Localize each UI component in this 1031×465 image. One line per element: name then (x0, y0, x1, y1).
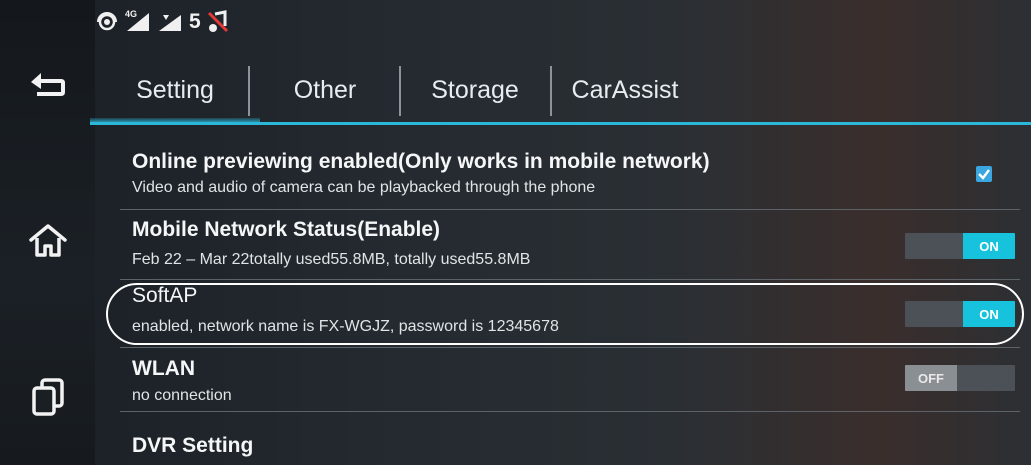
list-item-dvr-setting[interactable]: DVR Setting (110, 412, 1021, 465)
tab-divider (248, 66, 250, 116)
signal-count: 5 (189, 10, 201, 33)
row-subtitle: no connection (132, 387, 232, 404)
hotspot-icon (95, 10, 119, 34)
row-subtitle: Video and audio of camera can be playbac… (132, 179, 596, 196)
network-type-label: 4G (125, 9, 138, 19)
list-item-softap[interactable]: SoftAP enabled, network name is FX-WGJZ,… (110, 280, 1021, 346)
nav-rail (0, 0, 95, 465)
check-icon (978, 169, 990, 180)
row-title: Mobile Network Status(Enable) (132, 218, 441, 241)
back-button[interactable] (18, 58, 78, 112)
tab-carassist[interactable]: CarAssist (560, 62, 690, 118)
recent-apps-icon (30, 377, 66, 417)
status-bar: 4G 5 (95, 0, 1031, 44)
tab-divider (399, 66, 401, 116)
mobile-network-toggle[interactable]: ON (905, 233, 1015, 259)
tab-divider (550, 66, 552, 116)
4g-signal-icon: 4G (125, 9, 151, 33)
list-item-wlan[interactable]: WLAN no connection OFF (110, 348, 1021, 410)
back-icon (27, 70, 69, 100)
row-title: WLAN (132, 357, 195, 380)
home-button[interactable] (18, 214, 78, 268)
recent-apps-button[interactable] (18, 370, 78, 424)
tab-storage[interactable]: Storage (415, 62, 535, 118)
list-item-mobile-network[interactable]: Mobile Network Status(Enable) Feb 22 – M… (110, 210, 1021, 278)
tab-underline (90, 122, 1031, 125)
tab-bar: Setting Other Storage CarAssist (90, 62, 1031, 128)
row-title: SoftAP (132, 284, 198, 307)
tab-setting[interactable]: Setting (120, 62, 230, 118)
tab-other-label: Other (293, 75, 357, 104)
list-item-online-previewing[interactable]: Online previewing enabled(Only works in … (110, 138, 1021, 204)
music-muted-icon (207, 10, 229, 34)
wlan-toggle[interactable]: OFF (905, 365, 1015, 391)
row-subtitle: Feb 22 – Mar 22totally used55.8MB, total… (132, 251, 531, 268)
row-subtitle: enabled, network name is FX-WGJZ, passwo… (132, 318, 559, 335)
wifi-signal-icon (157, 11, 183, 33)
row-title: DVR Setting (132, 434, 254, 457)
toggle-state: ON (963, 233, 1015, 259)
toggle-state: OFF (905, 365, 957, 391)
online-preview-checkbox[interactable] (976, 166, 992, 182)
tab-setting-label: Setting (136, 75, 214, 104)
tab-carassist-label: CarAssist (571, 75, 679, 104)
row-title: Online previewing enabled(Only works in … (132, 150, 710, 173)
toggle-state: ON (963, 301, 1015, 327)
tab-storage-label: Storage (431, 75, 519, 104)
screen: 4G 5 Setting Other Storage CarAssist Onl… (0, 0, 1031, 465)
home-icon (28, 222, 68, 260)
softap-toggle[interactable]: ON (905, 301, 1015, 327)
tab-other[interactable]: Other (270, 62, 380, 118)
